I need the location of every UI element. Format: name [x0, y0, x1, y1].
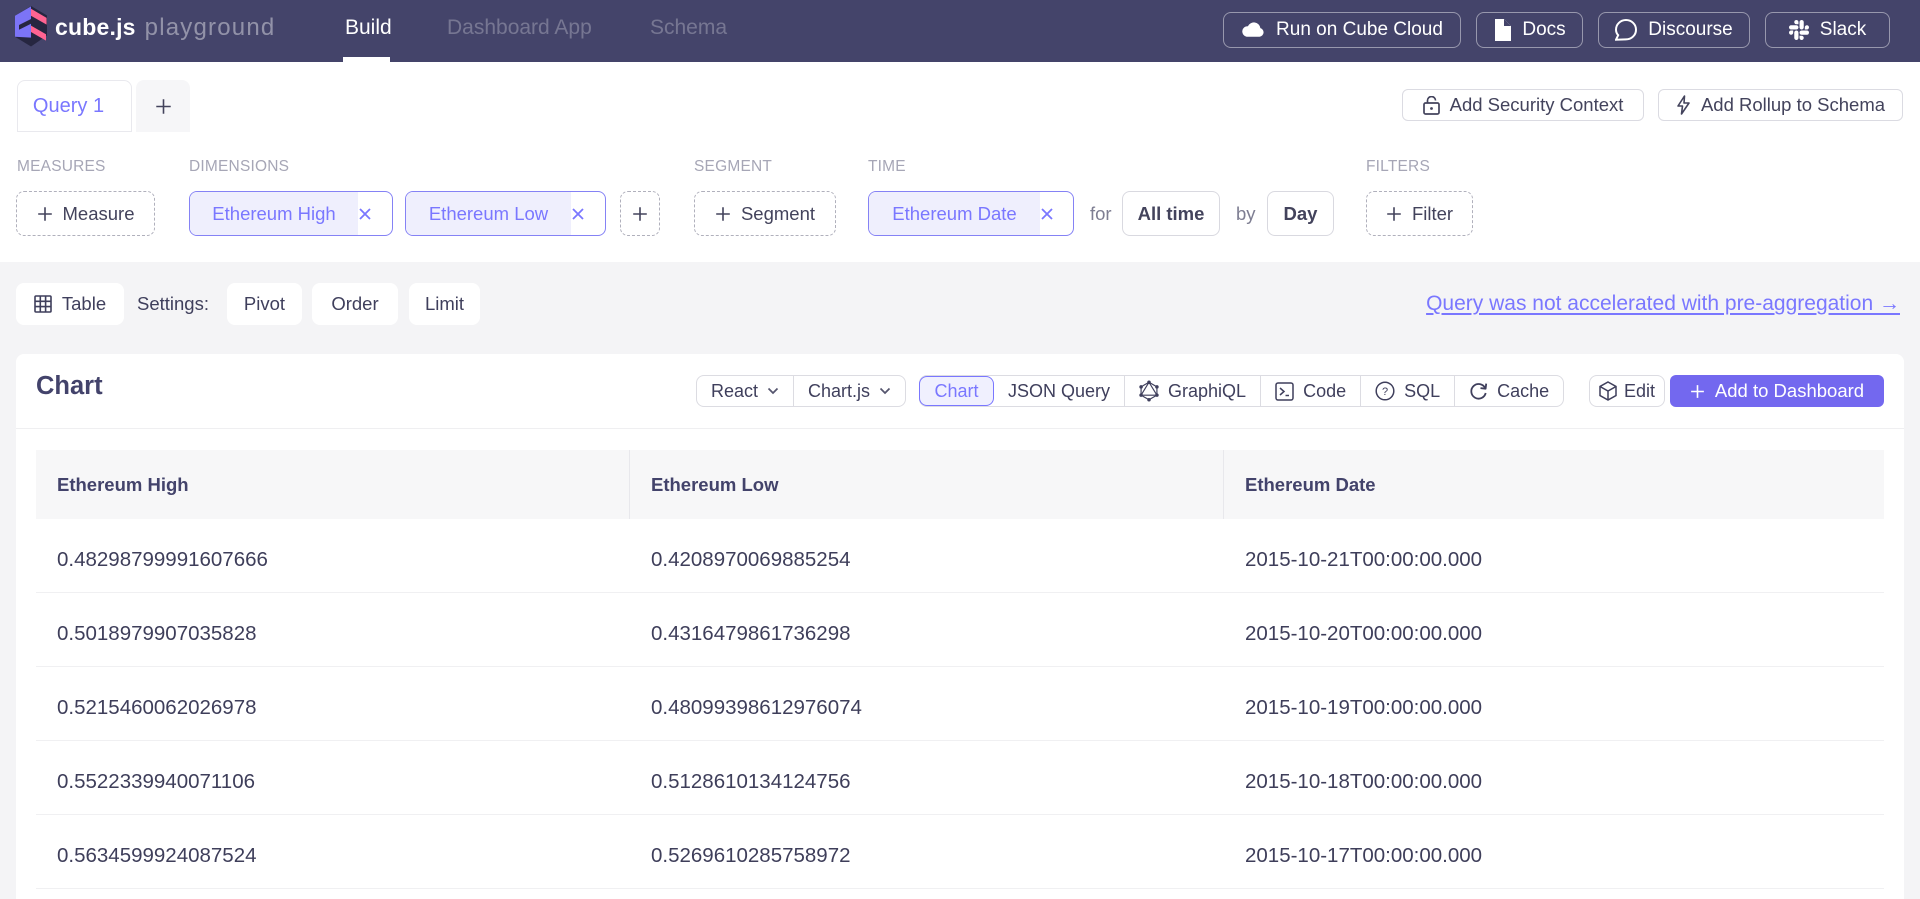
svg-text:?: ? — [1382, 386, 1388, 398]
